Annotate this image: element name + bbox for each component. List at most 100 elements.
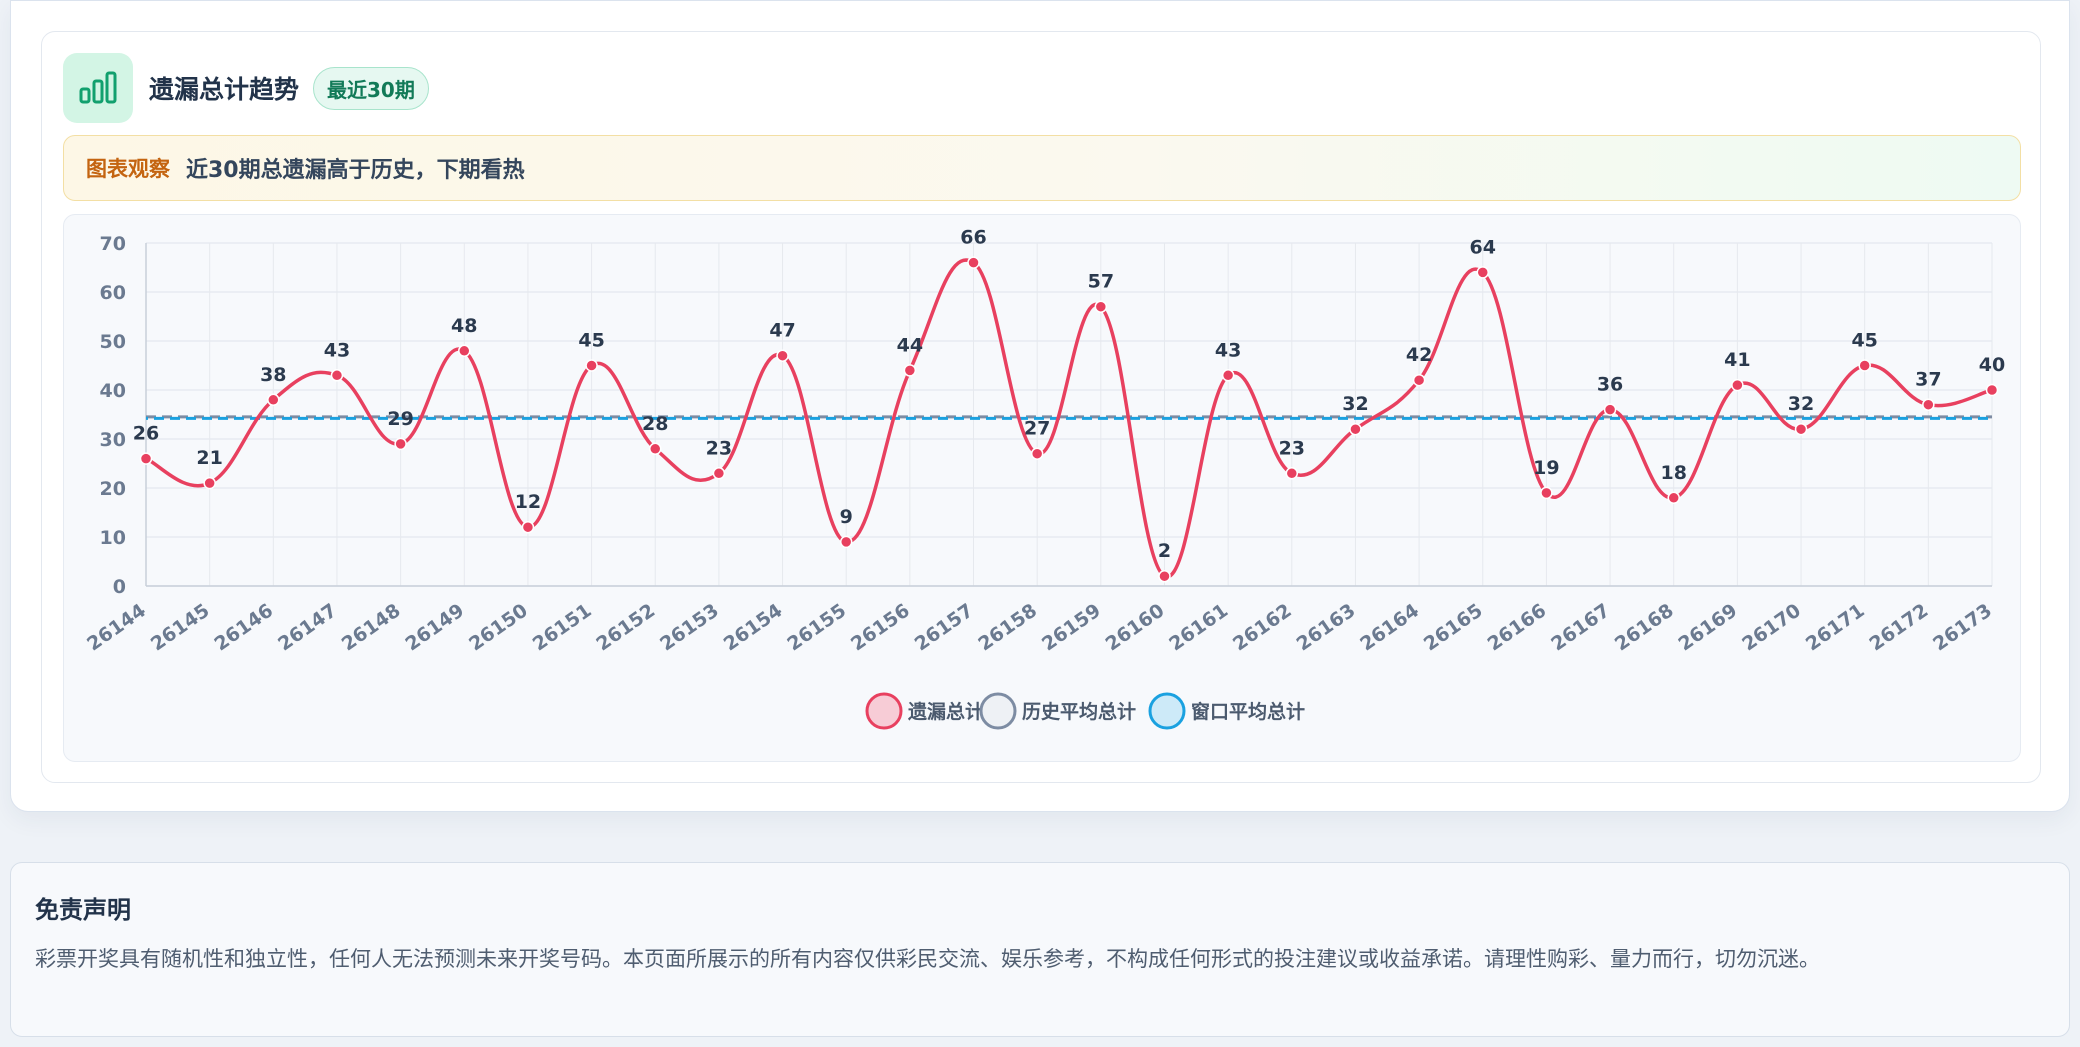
- insight-banner: 图表观察 近30期总遗漏高于历史，下期看热: [63, 135, 2021, 201]
- data-point: [1985, 383, 1999, 397]
- data-label: 37: [1915, 369, 1941, 391]
- legend-swatch: [1148, 692, 1186, 730]
- trend-section: 遗漏总计趋势 最近30期 图表观察 近30期总遗漏高于历史，下期看热 0 10 20…: [10, 0, 2070, 812]
- data-label: 2: [1158, 540, 1171, 562]
- data-point: [1922, 398, 1935, 411]
- data-point: [203, 476, 216, 490]
- data-label: 26: [133, 423, 159, 445]
- data-label: 9: [840, 506, 853, 528]
- x-tick-label: 26154: [720, 600, 787, 656]
- y-tick-label: 20: [100, 478, 126, 500]
- x-tick-label: 26162: [1229, 600, 1296, 656]
- y-tick-label: 10: [100, 527, 126, 549]
- x-tick-label: 26157: [911, 600, 978, 656]
- bar-chart-icon: [63, 53, 133, 123]
- data-point: [1030, 447, 1044, 460]
- chart-panel: 0 10 20 30 40 50 60 70 26144 26145 26146 26147 26148…: [63, 214, 2021, 762]
- x-tick-label: 26170: [1738, 600, 1805, 656]
- data-point: [903, 364, 917, 377]
- data-point: [458, 344, 471, 358]
- x-tick-label: 26161: [1165, 600, 1232, 656]
- data-label: 32: [1788, 393, 1814, 415]
- data-point: [1667, 491, 1680, 505]
- data-label: 43: [324, 339, 350, 361]
- data-point: [330, 369, 344, 382]
- data-label: 29: [387, 408, 413, 430]
- data-point: [648, 442, 662, 456]
- x-tick-label: 26148: [338, 600, 405, 656]
- data-point: [585, 359, 598, 372]
- data-label: 64: [1470, 236, 1496, 258]
- x-tick-label: 26159: [1038, 600, 1105, 656]
- data-point: [839, 535, 853, 549]
- data-label: 41: [1724, 349, 1750, 371]
- data-label: 44: [897, 334, 923, 356]
- legend-label: 遗漏总计: [907, 700, 984, 723]
- data-label: 43: [1215, 339, 1241, 361]
- legend-label: 窗口平均总计: [1191, 700, 1305, 723]
- data-point: [1858, 359, 1871, 372]
- data-point: [1285, 467, 1299, 480]
- disclaimer-text: 彩票开奖具有随机性和独立性，任何人无法预测未来开奖号码。本页面所展示的所有内容仅…: [35, 947, 1820, 971]
- x-tick-label: 26173: [1929, 600, 1996, 656]
- data-point: [267, 393, 280, 407]
- x-tick-label: 26172: [1866, 600, 1933, 656]
- data-point: [1794, 422, 1808, 436]
- chart-title: 遗漏总计趋势: [149, 75, 300, 104]
- data-label: 21: [196, 447, 222, 469]
- data-point: [712, 467, 726, 480]
- x-tick-label: 26151: [529, 600, 596, 656]
- disclaimer-section: 免责声明 彩票开奖具有随机性和独立性，任何人无法预测未来开奖号码。本页面所展示的…: [10, 862, 2070, 1037]
- data-label: 28: [642, 413, 668, 435]
- data-point: [967, 256, 980, 269]
- data-point: [394, 437, 407, 451]
- x-tick-label: 26150: [465, 600, 532, 656]
- x-tick-label: 26169: [1675, 600, 1742, 656]
- x-tick-label: 26168: [1611, 600, 1678, 656]
- x-tick-label: 26144: [83, 600, 150, 656]
- x-tick-label: 26158: [974, 600, 1041, 656]
- x-tick-label: 26160: [1102, 600, 1169, 656]
- y-tick-label: 40: [100, 380, 126, 402]
- data-point: [1603, 403, 1617, 416]
- data-label: 27: [1024, 418, 1050, 440]
- data-label: 42: [1406, 344, 1432, 366]
- y-tick-label: 50: [100, 331, 126, 353]
- data-label: 12: [515, 491, 541, 513]
- data-label: 23: [1279, 437, 1305, 459]
- insight-label: 图表观察: [86, 157, 170, 181]
- data-point: [1158, 569, 1171, 583]
- data-point: [1476, 266, 1490, 279]
- x-tick-label: 26156: [847, 600, 914, 656]
- data-label: 38: [260, 364, 286, 386]
- data-label: 23: [706, 437, 732, 459]
- x-tick-label: 26146: [210, 600, 277, 656]
- x-tick-label: 26147: [274, 600, 341, 656]
- data-point: [139, 452, 153, 465]
- x-tick-label: 26166: [1484, 600, 1551, 656]
- line-chart: 0 10 20 30 40 50 60 70 2614426145261462614726148…: [83, 227, 2005, 730]
- x-tick-label: 26171: [1802, 600, 1869, 656]
- data-label: 47: [769, 320, 795, 342]
- data-label: 32: [1342, 393, 1368, 415]
- y-tick-label: 0: [113, 576, 126, 598]
- data-point: [1094, 300, 1108, 313]
- legend-swatch: [979, 692, 1017, 730]
- card-header: 遗漏总计趋势 最近30期: [63, 53, 429, 123]
- legend-swatch: [865, 692, 903, 730]
- x-tick-label: 26163: [1293, 600, 1360, 656]
- data-point: [1349, 422, 1362, 436]
- x-tick-label: 26167: [1547, 600, 1614, 656]
- legend-label: 历史平均总计: [1022, 700, 1136, 723]
- y-tick-label: 70: [100, 233, 126, 255]
- x-tick-label: 26165: [1420, 600, 1487, 656]
- data-point: [1412, 373, 1426, 387]
- data-label: 45: [578, 330, 604, 352]
- y-tick-label: 30: [100, 429, 126, 451]
- x-tick-label: 26149: [401, 600, 468, 656]
- y-tick-label: 60: [100, 282, 126, 304]
- x-tick-label: 26153: [656, 600, 723, 656]
- data-point: [521, 520, 535, 534]
- trend-card: 遗漏总计趋势 最近30期 图表观察 近30期总遗漏高于历史，下期看热 0 10 20…: [41, 31, 2041, 783]
- insight-text: 近30期总遗漏高于历史，下期看热: [186, 158, 525, 183]
